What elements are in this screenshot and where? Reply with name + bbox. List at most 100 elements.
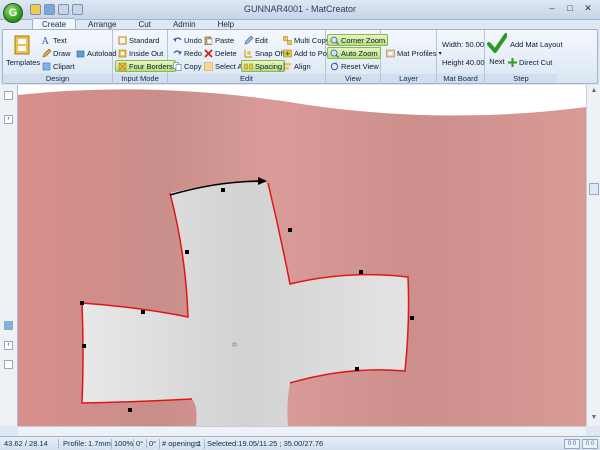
standard-button[interactable]: Standard — [115, 34, 162, 46]
four-borders-icon — [118, 62, 127, 70]
four-borders-button[interactable]: Four Borders — [115, 60, 176, 72]
edit-button[interactable]: Edit — [241, 34, 271, 46]
scroll-thumb[interactable] — [589, 183, 599, 195]
divider — [111, 439, 112, 449]
collapse-arrow-icon[interactable]: ‹ — [4, 341, 13, 350]
clipart-button[interactable]: Clipart — [39, 60, 78, 72]
divider — [58, 439, 59, 449]
divider — [133, 439, 134, 449]
scroll-up-icon[interactable]: ▲ — [589, 87, 599, 97]
panel-toggle-icon[interactable] — [4, 321, 13, 330]
add-to-pool-icon — [283, 49, 292, 57]
zoom-in-button[interactable]: 0 0 — [582, 439, 598, 449]
handle[interactable] — [82, 344, 86, 348]
next-button[interactable]: Next — [487, 33, 507, 66]
copy-button[interactable]: Copy — [170, 60, 205, 72]
profile-value: 1.7mm — [88, 439, 111, 448]
svg-text:A: A — [42, 37, 49, 45]
expand-arrow-icon[interactable]: › — [4, 115, 13, 124]
group-label-mat-board-size: Mat Board Size — [437, 74, 484, 92]
group-label-edit: Edit — [168, 74, 325, 83]
divider — [146, 439, 147, 449]
title-bar: G GUNNAR4001 - MatCreator – □ ✕ — [0, 0, 600, 23]
handle[interactable] — [80, 301, 84, 305]
group-layer: Mat Profiles ▾ Layer — [381, 30, 442, 84]
direct-cut-icon — [508, 57, 517, 67]
delete-button[interactable]: Delete — [201, 47, 240, 59]
redo-button[interactable]: Redo — [170, 47, 205, 59]
handle[interactable] — [355, 367, 359, 371]
openings-label: # openings: — [162, 439, 201, 448]
maximize-button[interactable]: □ — [562, 2, 578, 15]
group-step: Next Add Mat Layout Direct Cut Step — [485, 30, 563, 84]
group-design: Templates A Text Draw Clipart Autoload D… — [3, 30, 117, 84]
angle-value-2: 0° — [149, 439, 157, 448]
zoom-level: 100% — [114, 439, 134, 448]
group-label-step: Step — [485, 74, 557, 83]
templates-icon — [14, 35, 30, 55]
copy-icon — [173, 61, 182, 71]
snap-icon — [244, 49, 252, 58]
select-all-icon — [204, 61, 213, 71]
handle[interactable] — [141, 310, 145, 314]
undo-button[interactable]: Undo — [170, 34, 205, 46]
reset-view-button[interactable]: Reset View — [327, 60, 382, 72]
inside-out-button[interactable]: Inside Out — [115, 47, 166, 59]
inside-out-icon — [118, 49, 127, 57]
mat-artwork — [18, 89, 586, 426]
group-label-input-mode: Input Mode — [113, 74, 167, 83]
text-icon: A — [42, 37, 49, 45]
width-field[interactable]: Width: 50.00 — [439, 38, 487, 50]
reset-view-icon — [330, 61, 339, 70]
group-edit: Undo Redo Copy Paste Delete Select All E… — [168, 30, 333, 84]
handle[interactable] — [288, 228, 292, 232]
handle[interactable] — [410, 316, 414, 320]
direct-cut-button[interactable]: Direct Cut — [505, 56, 555, 68]
openings-value: 1 — [197, 439, 202, 448]
clipart-icon — [42, 62, 51, 70]
left-tool-strip: › ‹ — [0, 85, 18, 426]
scroll-down-icon[interactable]: ▼ — [589, 414, 599, 424]
pencil-icon — [42, 48, 51, 57]
design-canvas[interactable] — [18, 85, 586, 426]
cursor-coordinates: 43.62 / 28.14 — [4, 439, 48, 448]
group-mat-board-size: Width: 50.00 Height 40.00 Mat Board Size — [437, 30, 488, 92]
ruler-button[interactable] — [4, 91, 13, 100]
multi-copy-button[interactable]: Multi Copy — [280, 34, 332, 46]
paste-icon — [204, 36, 213, 45]
mat-profiles-dropdown[interactable]: Mat Profiles ▾ — [383, 47, 445, 59]
edit-icon — [244, 35, 253, 44]
auto-zoom-button[interactable]: Auto Zoom — [327, 47, 381, 59]
add-mat-layout-button[interactable]: Add Mat Layout — [507, 38, 566, 50]
mat-profiles-icon — [386, 49, 395, 57]
group-view: Corner Zoom Auto Zoom Reset View View — [326, 30, 389, 84]
delete-icon — [204, 48, 213, 58]
corner-zoom-button[interactable]: Corner Zoom — [327, 34, 389, 46]
horizontal-scrollbar[interactable] — [18, 426, 586, 436]
text-button[interactable]: A Text — [39, 34, 70, 46]
height-field[interactable]: Height 40.00 — [439, 56, 488, 68]
paste-button[interactable]: Paste — [201, 34, 237, 46]
corner-zoom-icon — [330, 36, 339, 45]
minimize-button[interactable]: – — [544, 2, 560, 15]
standard-icon — [118, 35, 127, 45]
app-menu-button[interactable]: G — [3, 3, 23, 23]
undo-icon — [173, 36, 182, 42]
spacing-icon — [244, 63, 253, 69]
handle[interactable] — [359, 270, 363, 274]
zoom-out-button[interactable]: 0 0 — [564, 439, 580, 449]
tool-slot[interactable] — [4, 360, 13, 369]
group-input-mode: Standard Inside Out Four Borders Input M… — [113, 30, 176, 84]
handle[interactable] — [221, 188, 225, 192]
spacing-button[interactable]: Spacing — [241, 60, 286, 72]
handle[interactable] — [128, 408, 132, 412]
selection-info: Selected:19.05/11.25 ; 35.00/27.76 — [207, 439, 324, 448]
auto-zoom-icon — [330, 49, 339, 58]
handle[interactable] — [185, 250, 189, 254]
close-button[interactable]: ✕ — [580, 2, 596, 15]
vertical-scrollbar[interactable]: ▲ ▼ — [586, 85, 600, 426]
divider — [159, 439, 160, 449]
templates-button[interactable]: Templates — [6, 34, 40, 67]
draw-button[interactable]: Draw — [39, 47, 74, 59]
align-button[interactable]: Align — [280, 60, 314, 72]
